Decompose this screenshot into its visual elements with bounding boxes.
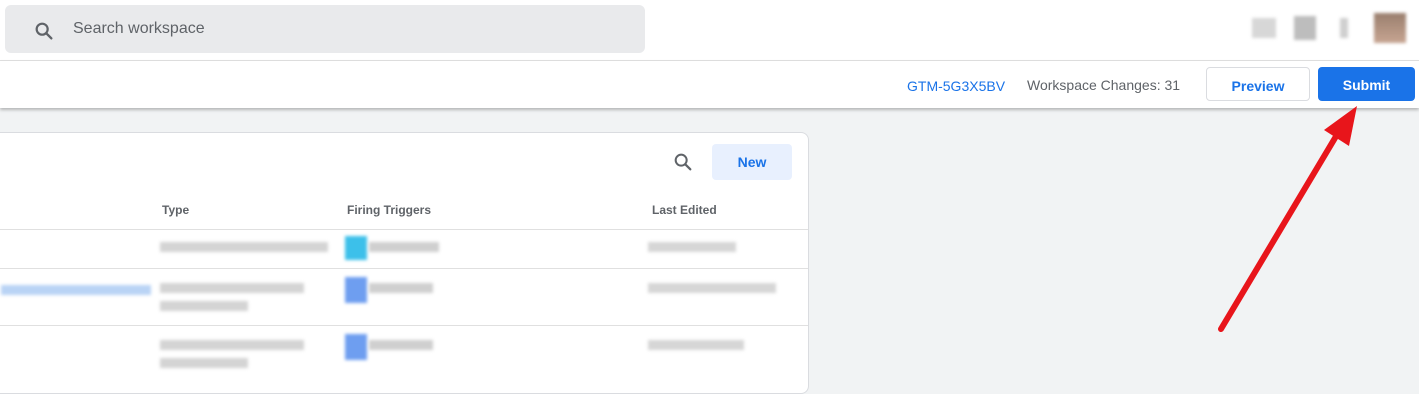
annotation-arrow-icon	[1218, 106, 1357, 332]
